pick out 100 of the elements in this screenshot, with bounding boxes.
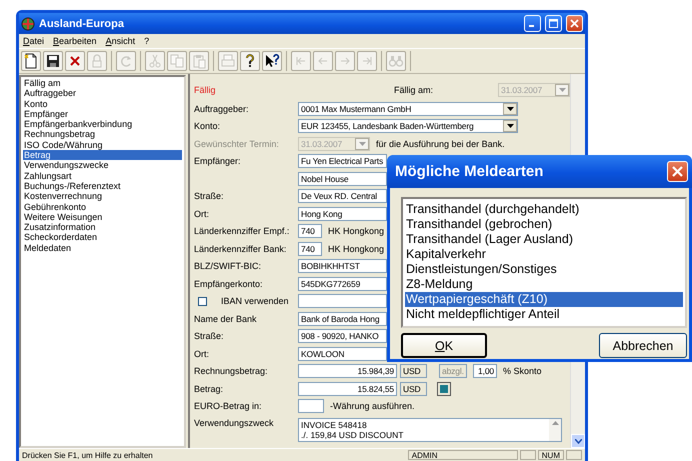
field-label: BLZ/SWIFT-BIC: [194,261,262,272]
text-field[interactable] [298,294,387,308]
memo-field[interactable]: INVOICE 548418 ./. 159,84 USD DISCOUNT [298,418,562,442]
text-field[interactable]: Nobel House [298,172,387,186]
list-item[interactable]: Meldedaten [23,242,182,254]
list-item[interactable]: Empfängerbankverbindung [23,119,182,130]
memo-line: INVOICE 548418 [301,420,368,430]
field-note: für die Ausführung bei der Bank. [376,138,505,149]
dropdown-button[interactable] [503,102,517,115]
list-item[interactable]: Scheckorderdaten [23,232,182,243]
list-item[interactable]: Zahlungsart [23,170,182,181]
text-field[interactable]: 740 [298,224,322,238]
list-item[interactable]: Kostenverrechnung [23,191,182,202]
text-field[interactable] [298,399,324,414]
field-label: Fällig am: [394,85,434,95]
close-button[interactable] [667,161,688,182]
field-label: EURO-Betrag in: [194,401,263,412]
field-label: Empfängerkonto: [194,278,264,289]
discount-field[interactable]: 1,00 [473,364,497,378]
field-label: Auftraggeber: [194,104,250,114]
list-item[interactable]: Nicht meldepflichtiger Anteil [405,307,683,322]
close-icon [570,19,579,28]
menu-item[interactable]: ? [144,36,150,46]
status-panel [520,450,536,460]
status-message: Drücken Sie F1, um Hilfe zu erhalten [22,450,154,460]
list-item[interactable]: Empfänger [23,108,182,120]
list-item[interactable]: Transithandel (durchgehandelt) [405,202,683,217]
scrollbar[interactable] [549,419,561,441]
list-item[interactable]: Transithandel (gebrochen) [405,217,683,232]
list-item[interactable]: Wertpapiergeschäft (Z10) [405,292,683,307]
list-item[interactable]: Zusatzinformation [23,222,182,232]
currency-field[interactable]: USD [400,382,427,396]
amount-field[interactable]: 15.984,39 [298,364,397,378]
field-label: Ort: [194,208,210,219]
maximize-button[interactable] [545,15,562,32]
list-item[interactable]: Betrag [23,150,182,160]
field-note: % Skonto [503,366,542,376]
text-field[interactable]: Hong Kong [298,206,387,221]
text-field[interactable]: KOWLOON [298,346,387,361]
menu-item[interactable]: Bearbeiten [53,36,97,46]
list-item[interactable]: Rechnungsbetrag [23,129,182,140]
floppy-disk-button[interactable] [43,51,63,71]
currency-field[interactable]: USD [400,364,427,378]
delete-button[interactable] [65,51,85,71]
menu-item[interactable]: Datei [23,36,44,46]
text-field[interactable]: BOBIHKHHTST [298,259,387,274]
field-label: Konto: [194,121,222,132]
list-item[interactable]: Verwendungszwecke [23,160,182,171]
close-icon [672,166,683,177]
field-note: HK Hongkong [328,226,384,236]
ok-button[interactable]: OK [401,333,487,358]
dialog-title: Mögliche Meldearten [395,163,544,180]
field-label: Betrag: [194,384,224,394]
menu-item[interactable]: Ansicht [106,36,136,46]
field-label: Ort: [194,348,210,359]
list-item[interactable]: Kapitalverkehr [405,247,683,262]
text-field[interactable]: Fu Yen Electrical Parts [298,154,387,168]
currency-button[interactable] [437,382,451,396]
text-field[interactable]: 545DKG772659 [298,276,387,291]
field-note: -Währung ausführen. [330,401,415,412]
printer-icon [220,53,236,69]
field-label: Rechnungsbetrag: [194,366,269,376]
field-label: Verwendungszweck [194,418,275,428]
text-field[interactable]: De Veux RD. Central [298,189,387,204]
paste-icon [191,53,207,69]
field-label: Straße: [194,331,225,342]
binoculars-icon [388,53,404,69]
context-help-button[interactable] [262,51,282,71]
text-field[interactable]: 740 [298,242,322,256]
field-label: Name der Bank [194,314,258,324]
new-document-button[interactable] [21,51,41,71]
list-item[interactable]: Dienstleistungen/Sonstiges [405,262,683,277]
text-field[interactable]: Bank of Baroda Hong [298,312,387,326]
help-button[interactable] [240,51,260,71]
list-item[interactable]: Transithandel (Lager Ausland) [405,232,683,247]
scissors-icon [147,53,163,69]
minimize-button[interactable] [524,15,541,32]
list-item[interactable]: ISO Code/Währung [23,140,182,150]
list-item[interactable]: Weitere Weisungen [23,212,182,222]
combo-box[interactable]: 0001 Max Mustermann GmbH [298,102,518,116]
list-item[interactable]: Z8-Meldung [405,277,683,292]
list-item[interactable]: Konto [23,98,182,109]
list-item[interactable]: Fällig am [23,78,182,88]
cancel-button[interactable]: Abbrechen [599,333,687,358]
caret-icon [506,106,514,111]
dropdown-button[interactable] [503,120,517,132]
text-field[interactable]: 908 - 90920, HANKO [298,329,387,344]
field-label: Straße: [194,191,225,202]
close-button[interactable] [566,15,583,32]
checkbox[interactable] [198,296,207,306]
list-item[interactable]: Gebührenkonto [23,202,182,212]
status-panel [566,450,582,460]
list-item[interactable]: Buchungs-/Referenztext [23,180,182,192]
amount-field[interactable]: 15.824,55 [298,382,397,396]
combo-box[interactable]: EUR 123455, Landesbank Baden-Württemberg [298,119,518,134]
maximize-icon [549,19,558,28]
square-icon [440,384,448,393]
status-panel: NUM [538,450,564,460]
status-panel: ADMIN [408,450,518,460]
list-item[interactable]: Auftraggeber [23,88,182,99]
